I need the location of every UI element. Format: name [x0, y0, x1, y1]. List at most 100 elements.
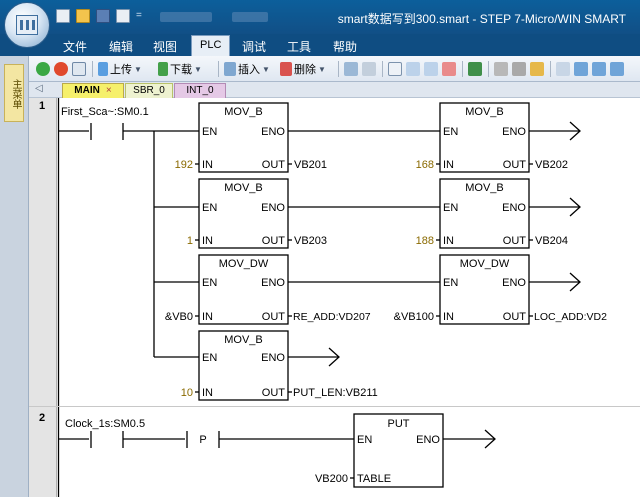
pin-en: EN	[202, 126, 217, 138]
delete-icon	[280, 62, 292, 76]
upload-dropdown-icon[interactable]: ▼	[134, 65, 142, 74]
in-value[interactable]: 192	[175, 159, 193, 171]
toolbar-icon-button[interactable]	[610, 61, 624, 77]
menu-file[interactable]: 文件	[63, 38, 87, 55]
out-value[interactable]: VB203	[294, 235, 327, 247]
application-button[interactable]	[4, 2, 50, 48]
unlock-icon	[530, 62, 544, 76]
pin-in: IN	[202, 387, 213, 399]
toolbar-icon-button[interactable]	[388, 61, 402, 77]
out-value[interactable]: VB204	[535, 235, 568, 247]
insert-icon	[224, 62, 236, 76]
in-value[interactable]: 188	[416, 235, 434, 247]
pin-eno: ENO	[261, 352, 285, 364]
delete-button[interactable]: 删除 ▼	[280, 61, 326, 77]
download-arrow-icon	[158, 62, 168, 76]
pin-in: IN	[202, 235, 213, 247]
pin-eno: ENO	[502, 202, 526, 214]
upload-button[interactable]: 上传 ▼	[98, 61, 142, 77]
pin-out: OUT	[503, 311, 527, 323]
left-dock-strip: 主菜单	[0, 56, 29, 497]
run-button[interactable]	[36, 61, 50, 77]
toolbar-icon-button[interactable]	[494, 61, 508, 77]
quick-access-toolbar: =	[56, 9, 142, 23]
in-value[interactable]: 10	[181, 387, 193, 399]
pin-out: OUT	[503, 235, 527, 247]
in-value[interactable]: &VB0	[165, 311, 193, 323]
insert-dropdown-icon[interactable]: ▼	[262, 65, 270, 74]
quick-access-dropdown-icon[interactable]: =	[136, 9, 142, 23]
toolbar-icon-button[interactable]	[592, 61, 606, 77]
toolbar-separator	[382, 61, 383, 77]
toolbar-icon-button[interactable]	[512, 61, 526, 77]
toolbar-icon-button[interactable]	[468, 61, 482, 77]
download-dropdown-icon[interactable]: ▼	[194, 65, 202, 74]
line-down-icon	[574, 62, 588, 76]
block-name: PUT	[388, 418, 410, 430]
pin-eno: ENO	[502, 126, 526, 138]
block-name: MOV_B	[224, 182, 263, 194]
toolbar-separator	[550, 61, 551, 77]
upload-arrow-icon	[98, 62, 108, 76]
block-name: MOV_B	[224, 334, 263, 346]
toolbar-icon-button[interactable]	[424, 61, 438, 77]
menu-plc[interactable]: PLC	[191, 35, 231, 56]
contact-label: First_Sca~:SM0.1	[61, 106, 149, 118]
menu-view[interactable]: 视图	[153, 38, 177, 55]
toolbar-icon-button[interactable]	[530, 61, 544, 77]
out-value[interactable]: VB201	[294, 159, 327, 171]
table-value[interactable]: VB200	[315, 473, 348, 485]
pin-out: OUT	[262, 235, 286, 247]
tab-main[interactable]: MAIN ×	[62, 83, 124, 98]
menu-debug[interactable]: 调试	[242, 38, 266, 55]
in-value[interactable]: &VB100	[394, 311, 434, 323]
toolbar-icon-button[interactable]	[556, 61, 570, 77]
lock-icon	[512, 62, 526, 76]
out-value[interactable]: VB202	[535, 159, 568, 171]
pulse-label: P	[199, 434, 206, 446]
menu-help[interactable]: 帮助	[333, 38, 357, 55]
menu-tools[interactable]: 工具	[287, 38, 311, 55]
block-name: MOV_B	[465, 106, 504, 118]
pin-table: TABLE	[357, 473, 391, 485]
editor-tab-bar: ◁ MAIN × SBR_0 INT_0	[29, 82, 640, 98]
pin-en: EN	[202, 277, 217, 289]
close-tab-icon[interactable]: ×	[106, 85, 112, 96]
pin-eno: ENO	[261, 126, 285, 138]
in-value[interactable]: 168	[416, 159, 434, 171]
save-icon[interactable]	[96, 9, 110, 23]
insert-button[interactable]: 插入 ▼	[224, 61, 270, 77]
toolbar-icon-button[interactable]	[344, 61, 358, 77]
download-button[interactable]: 下载 ▼	[158, 61, 202, 77]
pin-out: OUT	[262, 387, 286, 399]
pin-en: EN	[202, 202, 217, 214]
block-name: MOV_B	[224, 106, 263, 118]
stop-button[interactable]	[54, 61, 68, 77]
print-icon[interactable]	[116, 9, 130, 23]
new-file-icon[interactable]	[56, 9, 70, 23]
out-value[interactable]: LOC_ADD:VD2	[534, 311, 607, 323]
pin-in: IN	[202, 159, 213, 171]
main-menu-side-tab[interactable]: 主菜单	[4, 64, 24, 122]
toolbar-icon-button[interactable]	[362, 61, 376, 77]
pin-out: OUT	[503, 159, 527, 171]
toolbar-icon-button[interactable]	[442, 61, 456, 77]
block-name: MOV_DW	[460, 258, 510, 270]
tab-scroll-left-icon[interactable]: ◁	[35, 83, 43, 94]
plc-program-icon	[16, 15, 38, 35]
out-value[interactable]: RE_ADD:VD207	[293, 311, 371, 323]
bookmark-prev-icon	[406, 62, 420, 76]
compile-button[interactable]	[72, 61, 86, 77]
tab-sbr0[interactable]: SBR_0	[125, 83, 173, 98]
branch-icon	[556, 62, 570, 76]
menu-edit[interactable]: 编辑	[109, 38, 133, 55]
delete-dropdown-icon[interactable]: ▼	[318, 65, 326, 74]
ladder-editor[interactable]: 1 2 First_Sca~:SM0.1 MOV_B EN ENO IN OUT…	[29, 98, 640, 497]
tab-int0[interactable]: INT_0	[174, 83, 226, 98]
open-folder-icon[interactable]	[76, 9, 90, 23]
in-value[interactable]: 1	[187, 235, 193, 247]
out-value[interactable]: PUT_LEN:VB211	[293, 387, 378, 399]
toolbar-icon-button[interactable]	[574, 61, 588, 77]
toolbar-icon-button[interactable]	[406, 61, 420, 77]
bookmark-next-icon	[424, 62, 438, 76]
